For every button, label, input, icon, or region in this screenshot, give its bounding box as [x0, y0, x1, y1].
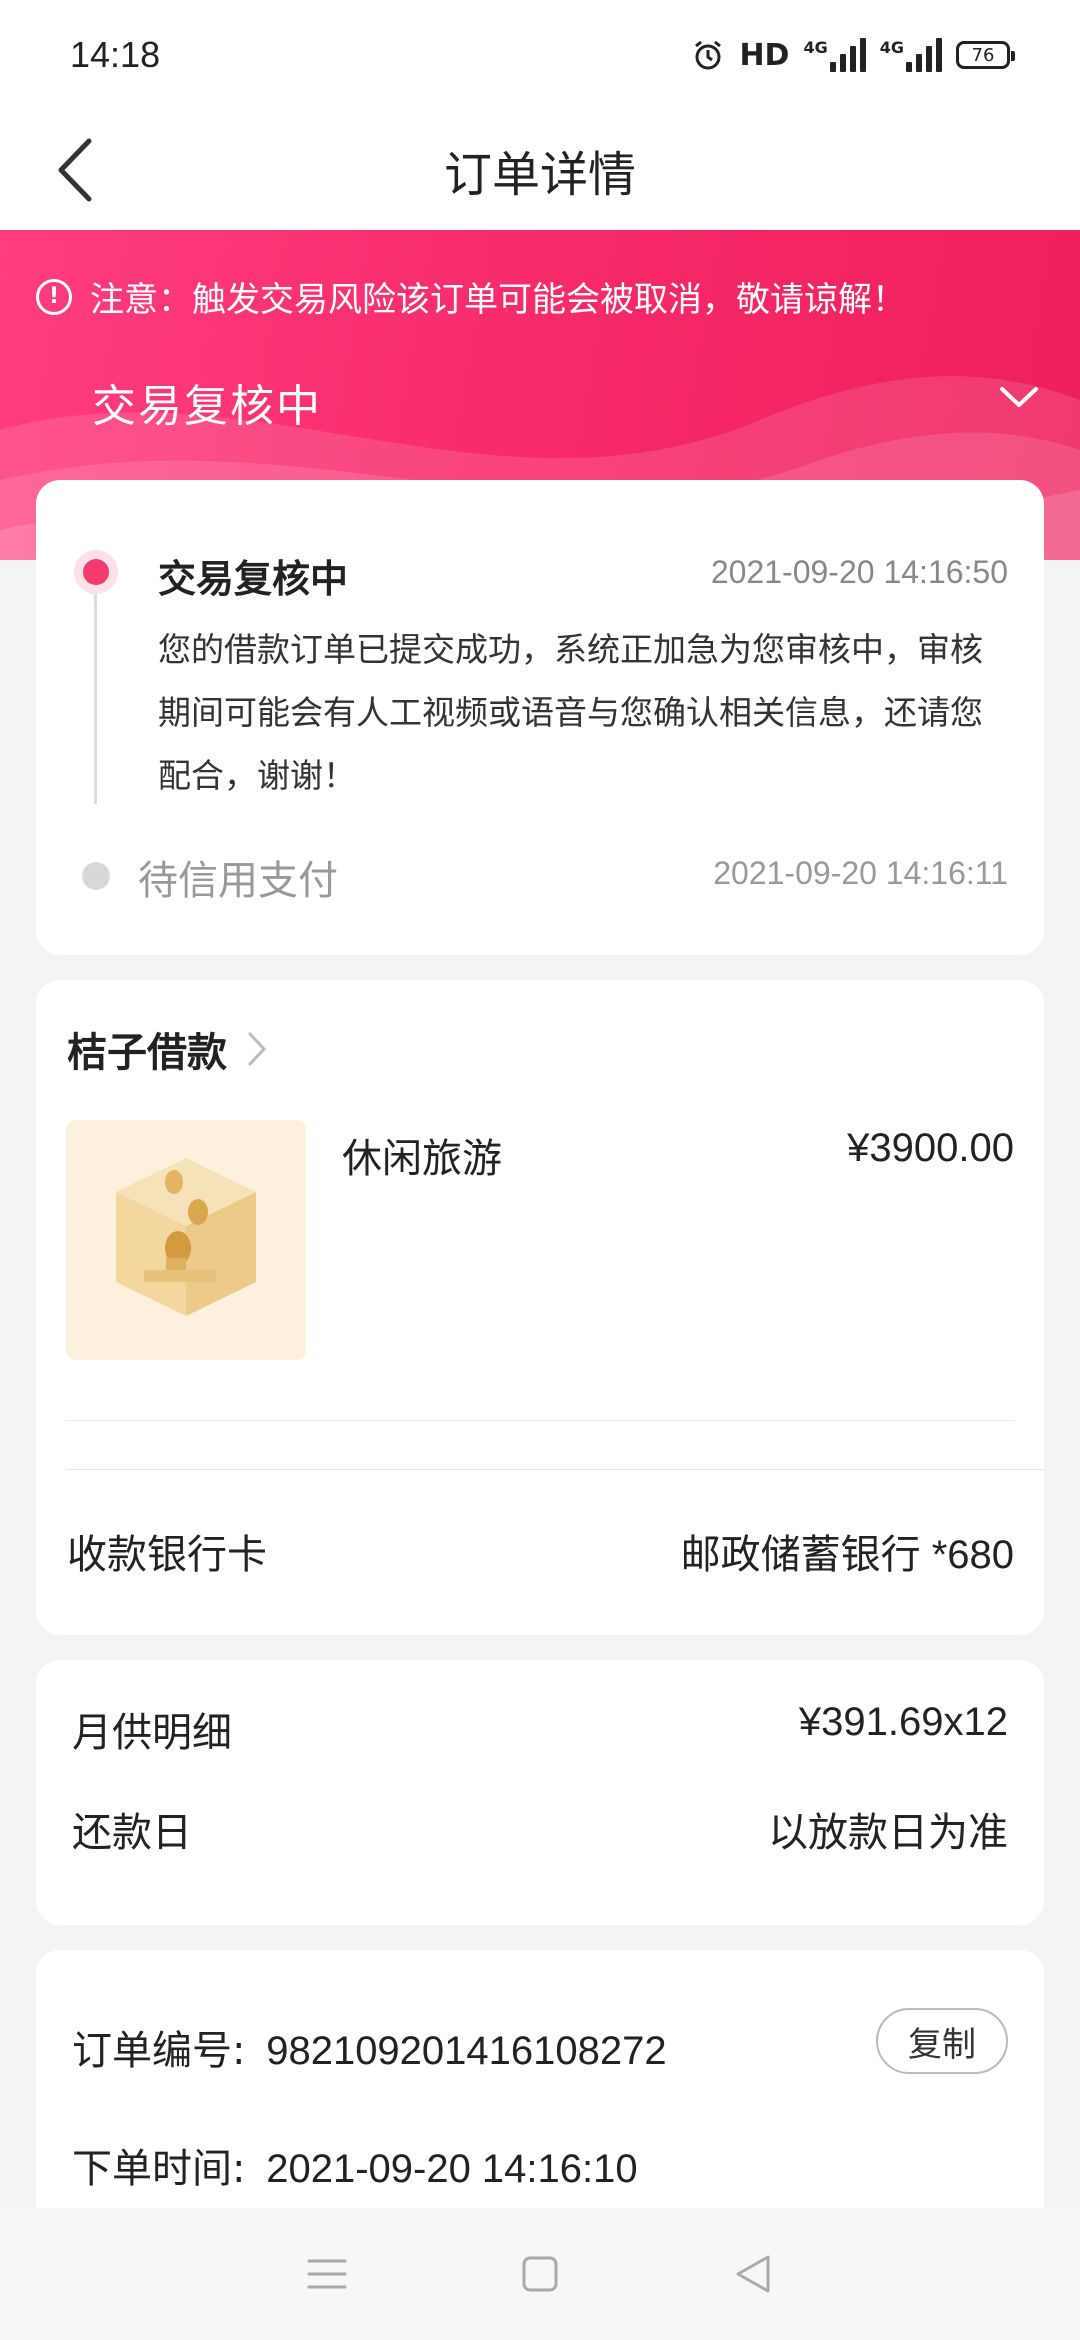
- coin-box-icon: [66, 1120, 306, 1360]
- status-bar: 14:18 HD 4G 4G 76: [0, 0, 1080, 110]
- menu-icon: [307, 2259, 347, 2289]
- timeline-step-time: 2021-09-20 14:16:11: [713, 855, 1008, 891]
- order-time-row: 下单时间: 2021-09-20 14:16:10: [72, 2136, 638, 2194]
- order-status-title: 交易复核中: [92, 381, 322, 432]
- product-name: 休闲旅游: [342, 1136, 502, 1182]
- timeline-dot-active: [74, 550, 118, 594]
- risk-notice-text: 注意：触发交易风险该订单可能会被取消，敬请谅解！: [90, 280, 906, 320]
- order-number-label: 订单编号:: [72, 2028, 246, 2074]
- alarm-icon: [691, 38, 725, 72]
- order-number-row: 订单编号: 982109201416108272: [72, 2018, 667, 2076]
- status-time: 14:18: [70, 34, 161, 75]
- chevron-left-icon: [58, 138, 92, 202]
- network-type-label: 4G: [803, 38, 828, 57]
- order-time-label: 下单时间:: [72, 2146, 246, 2192]
- repayment-card: 月供明细 ¥391.69x12 还款日 以放款日为准: [36, 1660, 1044, 1925]
- status-timeline-card: 交易复核中 2021-09-20 14:16:50 您的借款订单已提交成功，系统…: [36, 480, 1044, 955]
- product-price: ¥3900.00: [847, 1126, 1014, 1170]
- repayment-day-label: 还款日: [72, 1810, 192, 1856]
- system-navigation-bar: [0, 2208, 1080, 2340]
- timeline-step-time: 2021-09-20 14:16:50: [710, 554, 1008, 590]
- page-title: 订单详情: [443, 147, 636, 203]
- merchant-link[interactable]: 桔子借款: [67, 1020, 267, 1078]
- battery-level: 76: [971, 44, 995, 66]
- timeline-step-title: 待信用支付: [138, 858, 338, 904]
- home-icon: [522, 2256, 558, 2292]
- network-type-label: 4G: [879, 38, 904, 57]
- timeline-step-title: 交易复核中: [158, 557, 349, 601]
- hd-label: HD: [739, 37, 790, 73]
- risk-notice: ! 注意：触发交易风险该订单可能会被取消，敬请谅解！: [36, 272, 906, 321]
- alert-icon: !: [36, 278, 72, 315]
- timeline-dot-inactive: [82, 862, 110, 890]
- signal-icon: 4G: [803, 38, 866, 72]
- product-image: [66, 1120, 306, 1360]
- timeline-line: [94, 594, 97, 804]
- order-number-value: 982109201416108272: [266, 2029, 667, 2073]
- merchant-name: 桔子借款: [67, 1030, 227, 1076]
- timeline-step-description: 您的借款订单已提交成功，系统正加急为您审核中，审核期间可能会有人工视频或语音与您…: [158, 630, 983, 795]
- bank-card-value: 邮政储蓄银行 *680: [680, 1533, 1014, 1577]
- status-icons: HD 4G 4G 76: [691, 37, 1015, 73]
- back-nav-button[interactable]: [723, 2244, 783, 2304]
- home-button[interactable]: [510, 2244, 570, 2304]
- page-header: 订单详情: [0, 110, 1080, 230]
- monthly-payment-label: 月供明细: [72, 1710, 232, 1756]
- order-time-value: 2021-09-20 14:16:10: [266, 2147, 638, 2191]
- battery-icon: 76: [956, 41, 1015, 69]
- expand-status-button[interactable]: [994, 372, 1044, 422]
- chevron-down-icon: [1000, 387, 1038, 407]
- signal-icon: 4G: [880, 38, 942, 72]
- menu-button[interactable]: [297, 2244, 357, 2304]
- bank-card-label: 收款银行卡: [67, 1532, 267, 1578]
- monthly-payment-value: ¥391.69x12: [798, 1700, 1008, 1744]
- back-button[interactable]: [40, 134, 110, 206]
- divider: [66, 1469, 1044, 1470]
- repayment-day-value: 以放款日为准: [768, 1811, 1008, 1855]
- back-triangle-icon: [736, 2255, 770, 2293]
- copy-order-number-button[interactable]: 复制: [876, 2008, 1008, 2074]
- divider: [66, 1420, 1014, 1421]
- chevron-right-icon: [248, 1032, 267, 1066]
- loan-product-card: 桔子借款 休闲旅游 ¥3900.00 收款银行卡 邮政储蓄银行 *680: [36, 980, 1044, 1635]
